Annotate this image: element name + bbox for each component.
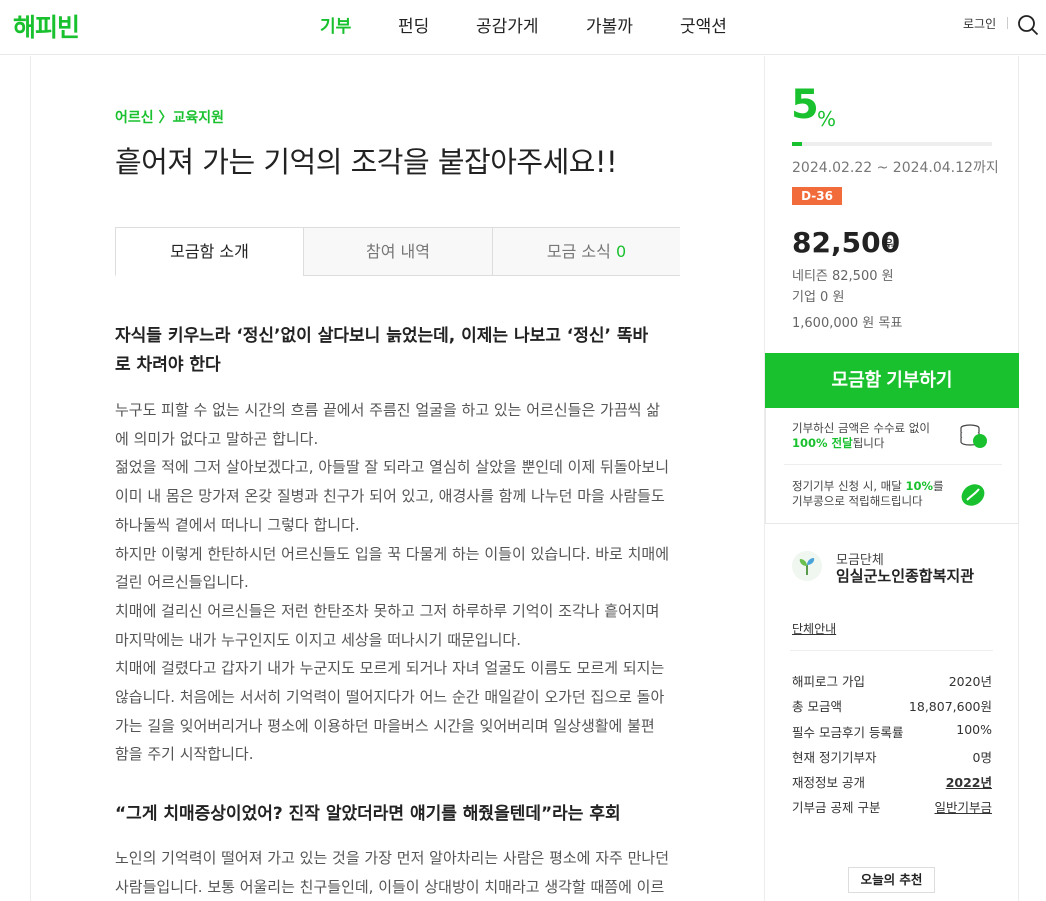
tab-introduction-label: 모금함 소개: [170, 242, 249, 261]
story-line: 않습니다. 처음에는 서서히 기억력이 떨어지다가 어느 순간 매일같이 오가던…: [115, 688, 665, 707]
story-line: 하나둘씩 곁에서 떠나니 그렇다 합니다.: [115, 515, 360, 534]
stat-value: 0명: [972, 750, 992, 765]
raised-amount-unit: 원: [884, 238, 897, 254]
fee-info-line: 100% 전달됩니다: [792, 436, 930, 451]
story-heading-2: “그게 치매증상이었어? 진작 알았더라면 얘기를 해줬을텐데”라는 후회: [115, 804, 621, 824]
organization-logo-icon: [792, 551, 822, 581]
regular-info-pre: 정기기부 신청 시, 매달: [792, 479, 906, 493]
stat-row: 필수 모금후기 등록률 100%: [792, 722, 992, 741]
story-heading-1-line: 자식들 키우느라 ‘정신’없이 살다보니 늙었는데, 이제는 나보고 ‘정신’ …: [115, 326, 649, 346]
stat-label: 총 모금액: [792, 699, 842, 714]
nav-good-action[interactable]: 굿액션: [680, 12, 727, 37]
nav-funding[interactable]: 펀딩: [398, 12, 429, 37]
story-heading-1-line: 로 차려야 한다: [115, 355, 221, 375]
story-heading-1: 자식들 키우느라 ‘정신’없이 살다보니 늙었는데, 이제는 나보고 ‘정신’ …: [115, 322, 690, 380]
stat-row: 총 모금액 18,807,600원: [792, 696, 992, 715]
main-nav: 기부 펀딩 공감가게 가볼까 굿액션: [0, 0, 1046, 55]
stat-row: 해피로그 가입 2020년: [792, 671, 992, 690]
financial-info-link[interactable]: 2022년: [946, 772, 992, 791]
story-body-2: 노인의 기억력이 떨어져 가고 있는 것을 가장 먼저 알아차리는 사람은 평소…: [115, 844, 690, 901]
bean-icon: [961, 484, 985, 506]
story-line: 함을 주기 시작합니다.: [115, 745, 254, 764]
fee-info-highlight: 100% 전달: [792, 436, 853, 450]
regular-info-highlight: 10%: [905, 479, 934, 493]
regular-donation-info: 정기기부 신청 시, 매달 10%를 기부콩으로 적립해드립니다: [792, 479, 944, 509]
campaign-period: 2024.02.22 ~ 2024.04.12까지: [792, 160, 999, 176]
today-recommendation[interactable]: 오늘의 추천: [848, 867, 935, 893]
donate-button[interactable]: 모금함 기부하기: [765, 353, 1019, 408]
fee-info-line: 기부하신 금액은 수수료 없이: [792, 421, 930, 435]
progress-bar-fill: [792, 142, 802, 146]
stat-value: 2020년: [948, 674, 992, 689]
story-line: 걸린 어르신들입니다.: [115, 573, 249, 592]
stat-label: 해피로그 가입: [792, 674, 865, 689]
tab-news[interactable]: 모금 소식 0: [492, 227, 680, 276]
stat-row: 기부금 공제 구분 일반기부금: [792, 797, 992, 816]
goal-amount: 1,600,000 원 목표: [792, 316, 903, 331]
organization-info-link[interactable]: 단체안내: [792, 620, 836, 637]
netizen-amount: 네티즌 82,500 원: [792, 269, 894, 284]
tab-participation-label: 참여 내역: [366, 242, 430, 261]
tab-introduction[interactable]: 모금함 소개: [115, 227, 304, 276]
tab-participation[interactable]: 참여 내역: [303, 227, 493, 276]
story-line: 노인의 기억력이 떨어져 가고 있는 것을 가장 먼저 알아차리는 사람은 평소…: [115, 849, 670, 867]
stat-row: 재정정보 공개 2022년: [792, 772, 992, 791]
stat-label: 필수 모금후기 등록률: [792, 725, 904, 740]
story-line: 에 의미가 없다고 말하곤 합니다.: [115, 429, 319, 448]
regular-info-line: 정기기부 신청 시, 매달 10%를: [792, 479, 944, 494]
story-line: 젊었을 적에 그저 살아보겠다고, 아들딸 잘 되라고 열심히 살았을 뿐인데 …: [115, 458, 670, 477]
nav-donate[interactable]: 기부: [320, 12, 351, 37]
story-line: 치매에 걸리신 어르신들은 저런 한탄조차 못하고 그저 하루하루 기억이 조각…: [115, 601, 660, 620]
regular-info-line: 기부콩으로 적립해드립니다: [792, 494, 923, 508]
tab-news-label: 모금 소식: [546, 242, 611, 261]
search-icon[interactable]: [1017, 14, 1039, 36]
deduction-type-link[interactable]: 일반기부금: [934, 797, 992, 816]
story-line: 이미 내 몸은 망가져 온갖 질병과 친구가 되어 있고, 애경사를 함께 나누…: [115, 487, 665, 506]
regular-info-post: 를: [933, 479, 944, 493]
story-line: 가는 길을 잊어버리거나 평소에 이용하던 마을버스 시간을 잊어버리며 일상생…: [115, 716, 655, 735]
company-amount: 기업 0 원: [792, 290, 845, 305]
info-divider: [784, 464, 1002, 465]
tab-news-count: 0: [615, 242, 627, 261]
dday-badge: D-36: [792, 187, 842, 205]
fee-info-rest: 됩니다: [852, 436, 885, 450]
progress-bar: [792, 142, 992, 146]
organization-name[interactable]: 임실군노인종합복지관: [836, 565, 974, 586]
progress-percent-unit: %: [817, 107, 837, 131]
stat-label: 현재 정기기부자: [792, 750, 877, 765]
fee-info: 기부하신 금액은 수수료 없이 100% 전달됩니다: [792, 421, 930, 451]
content-tabs: 모금함 소개 참여 내역 모금 소식 0: [115, 227, 680, 276]
coins-icon: [960, 424, 987, 448]
donation-info-box: 기부하신 금액은 수수료 없이 100% 전달됩니다 정기기부 신청 시, 매달…: [765, 408, 1019, 524]
story-body-1: 누구도 피할 수 없는 시간의 흐름 끝에서 주름진 얼굴을 하고 있는 어르신…: [115, 396, 690, 769]
page-title: 흩어져 가는 기억의 조각을 붙잡아주세요!!: [115, 145, 618, 179]
sprout-icon: [799, 558, 815, 575]
header-divider: [1007, 17, 1008, 29]
top-navigation-bar: 해피빈 기부 펀딩 공감가게 가볼까 굿액션 로그인: [0, 0, 1046, 55]
stat-row: 현재 정기기부자 0명: [792, 747, 992, 766]
story-line: 사람들입니다. 보통 어울리는 친구들인데, 이들이 상대방이 치매라고 생각할…: [115, 877, 665, 896]
stat-label: 기부금 공제 구분: [792, 800, 881, 815]
tab-underline: [303, 275, 680, 276]
nav-store[interactable]: 공감가게: [476, 12, 539, 37]
stat-value: 18,807,600원: [908, 699, 992, 714]
project-category[interactable]: 어르신 〉교육지원: [115, 107, 224, 127]
stat-value: 100%: [956, 722, 992, 737]
organization-divider: [790, 650, 993, 651]
progress-percent: 5: [791, 82, 819, 128]
story-line: 마지막에는 내가 누구인지도 이지고 세상을 떠나시기 때문입니다.: [115, 630, 521, 649]
login-link[interactable]: 로그인: [963, 15, 996, 32]
story-line: 하지만 이렇게 한탄하시던 어르신들도 입을 꾹 다물게 하는 이들이 있습니다…: [115, 544, 670, 563]
nav-visit[interactable]: 가볼까: [586, 12, 633, 37]
story-line: 누구도 피할 수 없는 시간의 흐름 끝에서 주름진 얼굴을 하고 있는 어르신…: [115, 401, 660, 419]
story-line: 치매에 걸렸다고 갑자기 내가 누군지도 모르게 되거나 자녀 얼굴도 이름도 …: [115, 659, 665, 678]
stat-label: 재정정보 공개: [792, 775, 865, 790]
